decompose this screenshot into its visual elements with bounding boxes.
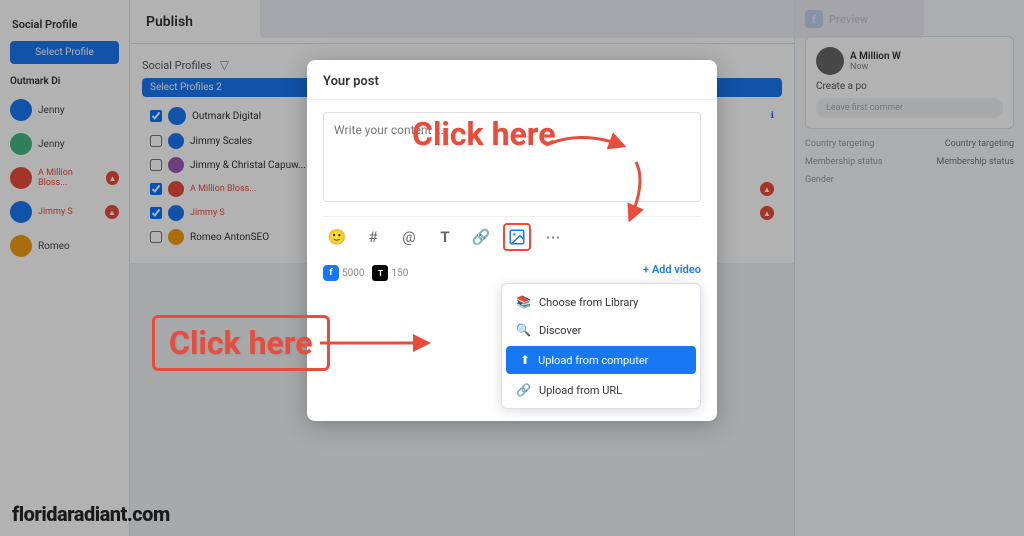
click-here-bottom-label: Click here [169, 324, 313, 362]
modal-title: Your post [323, 74, 701, 89]
image-icon[interactable] [503, 223, 531, 251]
dropdown-choose-library[interactable]: 📚 Choose from Library [502, 288, 700, 316]
more-icon[interactable]: ⋯ [539, 223, 567, 251]
click-here-top-annotation: Click here [412, 115, 556, 153]
modal-overlay: Your post 🙂 # @ T 🔗 ⋯ [0, 0, 1024, 536]
add-video-btn[interactable]: + Add video [643, 263, 701, 276]
dropdown-item-label: Upload from URL [539, 384, 622, 397]
library-icon: 📚 [516, 295, 531, 309]
link-icon[interactable]: 🔗 [467, 223, 495, 251]
mention-icon[interactable]: @ [395, 223, 423, 251]
url-icon: 🔗 [516, 383, 531, 397]
arrow-right-top [541, 125, 631, 165]
modal-container: Your post 🙂 # @ T 🔗 ⋯ [307, 20, 717, 421]
click-here-top-label: Click here [412, 115, 556, 153]
toolbar-row: 🙂 # @ T 🔗 ⋯ [323, 216, 701, 257]
dropdown-item-label: Upload from computer [538, 354, 648, 367]
counts-row: f 5000 T 150 [323, 265, 408, 281]
dropdown-item-label: Choose from Library [539, 296, 638, 309]
click-here-bottom-annotation: Click here [152, 315, 330, 371]
click-here-bottom-box: Click here [152, 315, 330, 371]
video-dropdown: 📚 Choose from Library 🔍 Discover ⬆ Uploa… [501, 283, 701, 409]
fb-icon: f [323, 265, 339, 281]
tiktok-icon: T [372, 265, 388, 281]
modal-header: Your post [307, 60, 717, 100]
dropdown-item-label: Discover [539, 324, 581, 337]
arrow-right-bottom [315, 328, 435, 358]
hashtag-icon[interactable]: # [359, 223, 387, 251]
fb-count: f 5000 [323, 265, 364, 281]
dropdown-upload-url[interactable]: 🔗 Upload from URL [502, 376, 700, 404]
fb-count-value: 5000 [342, 268, 364, 279]
text-format-icon[interactable]: T [431, 223, 459, 251]
dropdown-discover[interactable]: 🔍 Discover [502, 316, 700, 344]
discover-icon: 🔍 [516, 323, 531, 337]
counts-video-row: f 5000 T 150 + Add video [323, 257, 701, 281]
tk-count: T 150 [372, 265, 408, 281]
dropdown-upload-computer[interactable]: ⬆ Upload from computer [506, 346, 696, 374]
tk-count-value: 150 [391, 268, 408, 279]
upload-icon: ⬆ [520, 353, 530, 367]
bottom-url: floridaradiant.com [12, 502, 170, 526]
emoji-icon[interactable]: 🙂 [323, 223, 351, 251]
